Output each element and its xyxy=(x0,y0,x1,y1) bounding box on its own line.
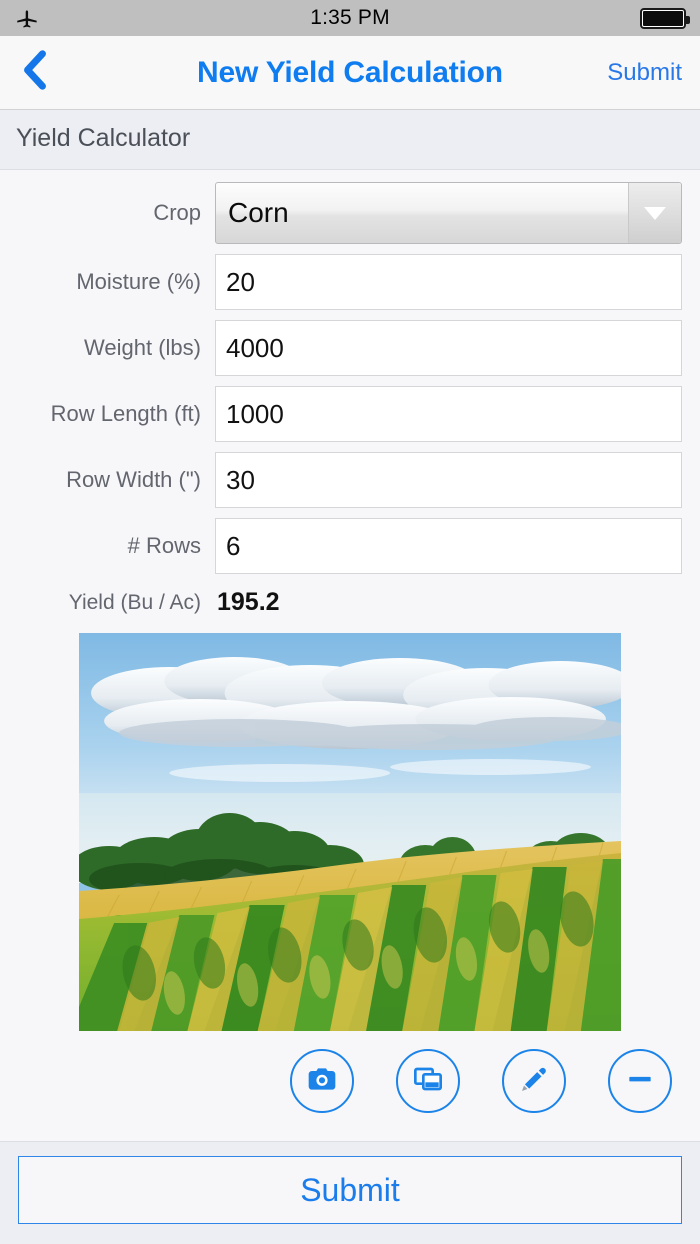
chevron-left-icon xyxy=(18,50,52,95)
weight-input[interactable]: 4000 xyxy=(215,320,682,376)
battery-full-icon xyxy=(640,7,690,29)
back-button[interactable] xyxy=(18,50,66,95)
moisture-label: Moisture (%) xyxy=(76,269,201,294)
section-header: Yield Calculator xyxy=(0,110,700,170)
page-title: New Yield Calculation xyxy=(197,55,503,89)
photo-actions-toolbar xyxy=(0,1031,700,1131)
form-row-yield: Yield (Bu / Ac) 195.2 xyxy=(0,584,700,617)
bottom-toolbar: Submit xyxy=(0,1141,700,1244)
navigation-bar: New Yield Calculation Submit xyxy=(0,36,700,110)
photo-library-button[interactable] xyxy=(396,1049,460,1113)
crop-select-value: Corn xyxy=(228,197,289,228)
crop-label: Crop xyxy=(153,200,201,225)
moisture-input[interactable]: 20 xyxy=(215,254,682,310)
row-width-label: Row Width (") xyxy=(66,467,201,492)
corn-field-photo[interactable] xyxy=(79,633,621,1031)
submit-button[interactable]: Submit xyxy=(18,1156,682,1224)
row-length-label: Row Length (ft) xyxy=(50,401,201,426)
photo-container xyxy=(0,633,700,1031)
row-length-input[interactable]: 1000 xyxy=(215,386,682,442)
weight-label: Weight (lbs) xyxy=(84,335,201,360)
status-bar: 1:35 PM xyxy=(0,0,700,36)
form-row-row-length: Row Length (ft) 1000 xyxy=(0,386,700,442)
row-width-input[interactable]: 30 xyxy=(215,452,682,508)
photo-stack-icon xyxy=(412,1063,444,1100)
edit-button[interactable] xyxy=(502,1049,566,1113)
app-root: 1:35 PM New Yield Calculation Submit Yie… xyxy=(0,0,700,1244)
chevron-down-icon xyxy=(628,183,681,243)
minus-icon xyxy=(624,1063,656,1100)
form-row-crop: Crop Corn xyxy=(0,182,700,244)
camera-icon xyxy=(306,1063,338,1100)
remove-button[interactable] xyxy=(608,1049,672,1113)
camera-button[interactable] xyxy=(290,1049,354,1113)
submit-nav-button[interactable]: Submit xyxy=(607,59,682,87)
yield-value: 195.2 xyxy=(217,588,280,616)
form-row-row-width: Row Width (") 30 xyxy=(0,452,700,508)
yield-calculator-form: Crop Corn Moisture (%) 20 Weight (lbs) 4… xyxy=(0,170,700,1141)
status-bar-time: 1:35 PM xyxy=(310,6,390,29)
num-rows-input[interactable]: 6 xyxy=(215,518,682,574)
yield-label: Yield (Bu / Ac) xyxy=(68,590,201,614)
pencil-icon xyxy=(518,1063,550,1100)
num-rows-label: # Rows xyxy=(127,533,201,558)
form-row-weight: Weight (lbs) 4000 xyxy=(0,320,700,376)
form-row-moisture: Moisture (%) 20 xyxy=(0,254,700,310)
crop-select[interactable]: Corn xyxy=(215,182,682,244)
section-header-label: Yield Calculator xyxy=(16,124,191,152)
form-row-num-rows: # Rows 6 xyxy=(0,518,700,574)
